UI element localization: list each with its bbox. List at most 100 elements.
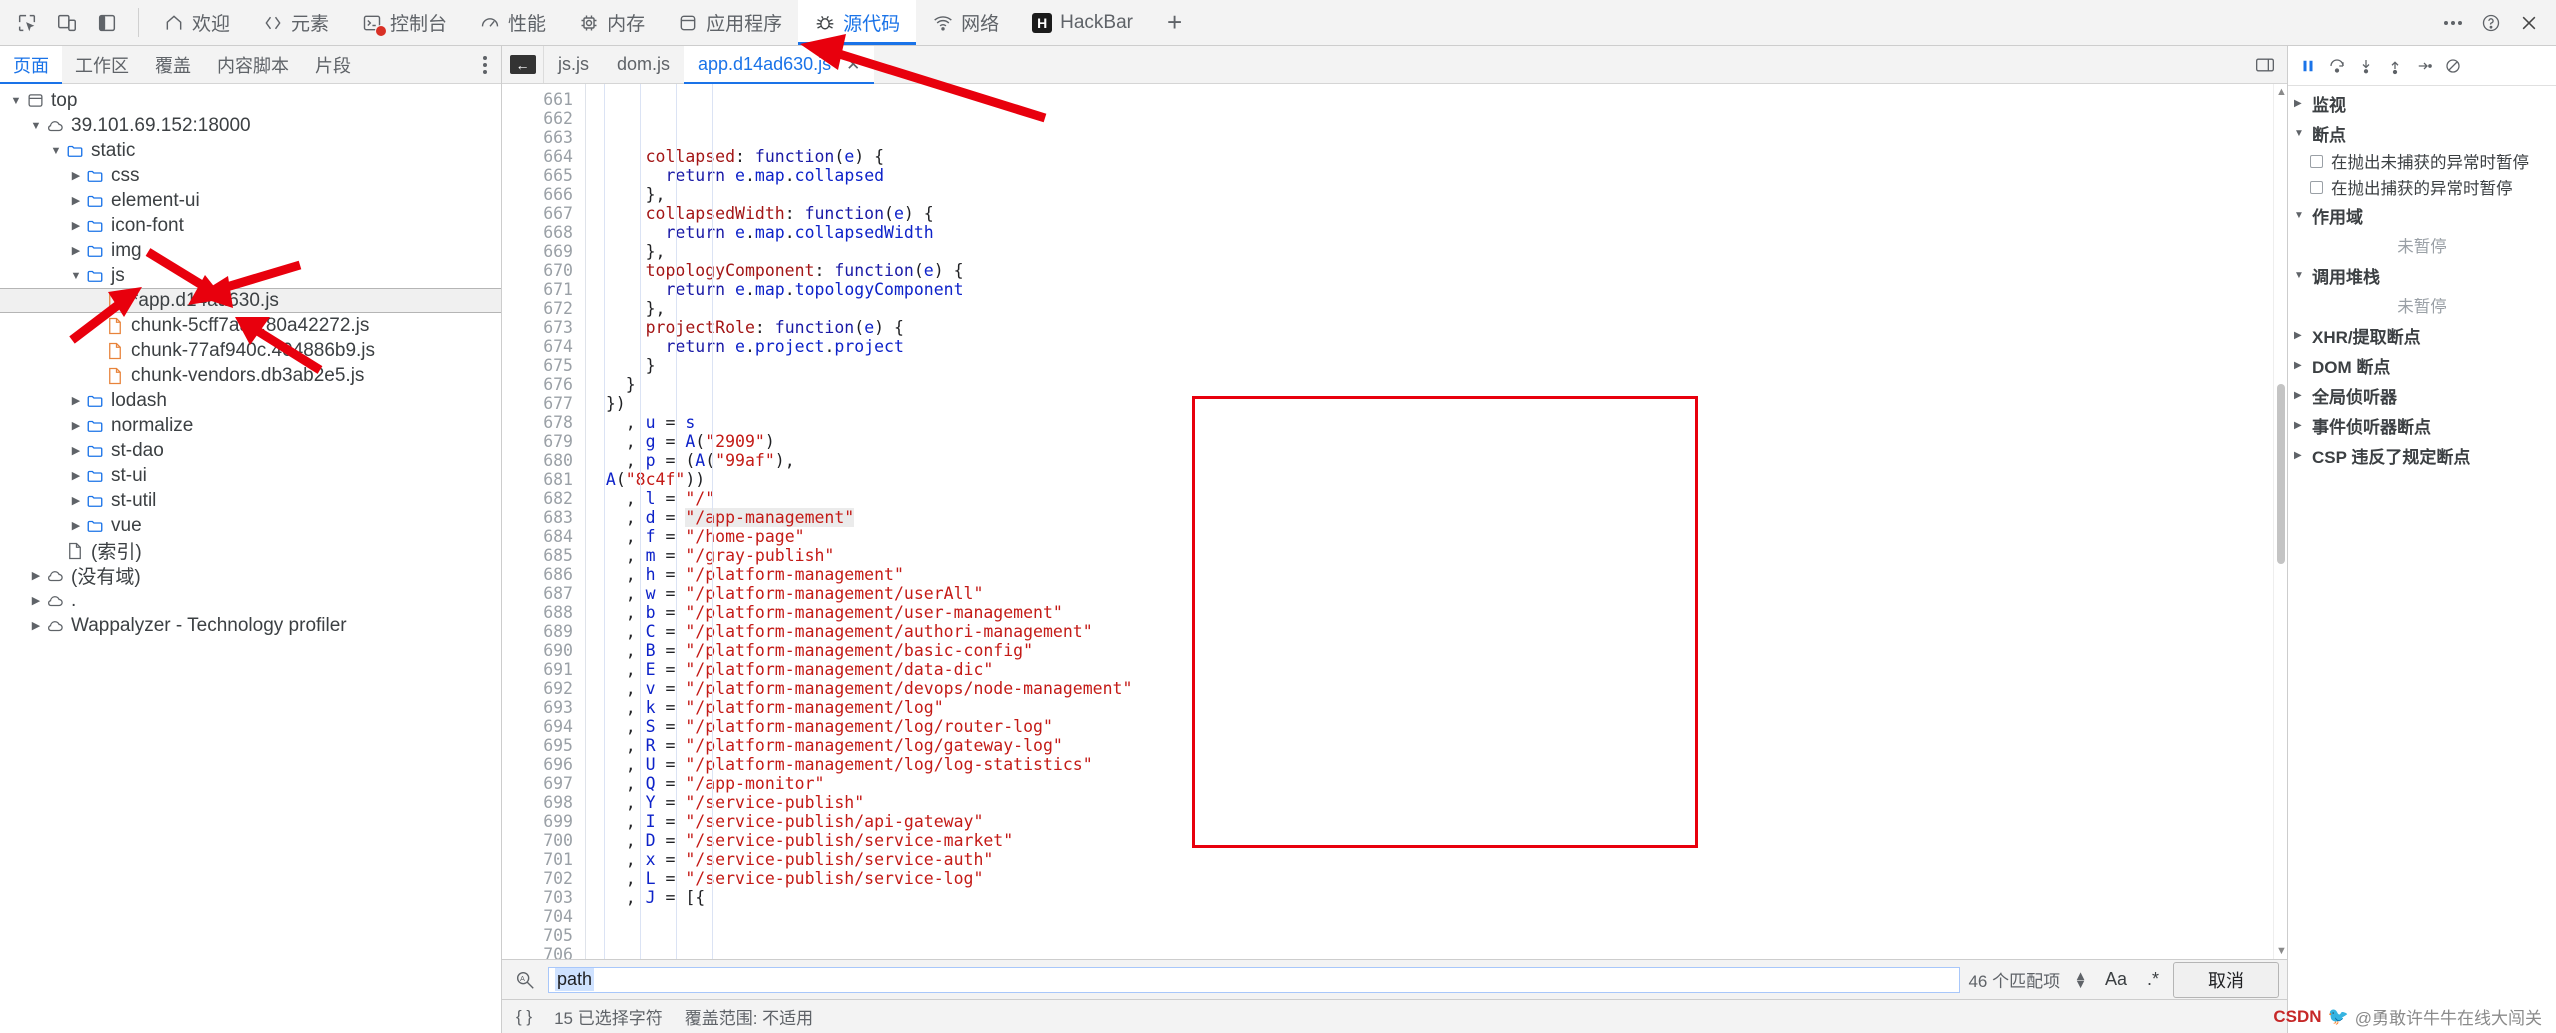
line-number[interactable]: 696 [502, 755, 573, 774]
chevron-right-icon[interactable]: ▶ [28, 569, 44, 582]
tree-item-chunk-77af940c.404886b9.js[interactable]: chunk-77af940c.404886b9.js [0, 338, 501, 363]
line-number[interactable]: 704 [502, 907, 573, 926]
code-line[interactable]: , Q = "/app-monitor" [586, 774, 2287, 793]
line-number[interactable]: 681 [502, 470, 573, 489]
tab-console[interactable]: 控制台 [345, 0, 463, 45]
chevron-right-icon[interactable]: ▶ [68, 469, 84, 482]
line-number[interactable]: 674 [502, 337, 573, 356]
regex-button[interactable]: .* [2141, 969, 2165, 990]
chevron-right-icon[interactable]: ▶ [68, 444, 84, 457]
tree-item-chunk-vendors.db3ab2e5.js[interactable]: chunk-vendors.db3ab2e5.js [0, 363, 501, 388]
code-line[interactable]: , x = "/service-publish/service-auth" [586, 850, 2287, 869]
nav-tab-page[interactable]: 页面 [0, 46, 62, 84]
line-number[interactable]: 682 [502, 489, 573, 508]
breakpoint-option[interactable]: 在抛出未捕获的异常时暂停 [2288, 148, 2556, 174]
code-line[interactable] [586, 926, 2287, 945]
code-line[interactable]: , J = [{ [586, 888, 2287, 907]
tab-sources[interactable]: 源代码 [798, 0, 917, 45]
more-options-icon[interactable] [2436, 6, 2470, 40]
code-line[interactable]: }, [586, 185, 2287, 204]
code-line[interactable] [586, 907, 2287, 926]
code-line[interactable]: , g = A("2909") [586, 432, 2287, 451]
code-line[interactable]: collapsedWidth: function(e) { [586, 204, 2287, 223]
code-line[interactable]: , R = "/platform-management/log/gateway-… [586, 736, 2287, 755]
line-number[interactable]: 697 [502, 774, 573, 793]
tree-item-icon-font[interactable]: ▶ icon-font [0, 213, 501, 238]
line-number[interactable]: 686 [502, 565, 573, 584]
close-icon[interactable] [2512, 6, 2546, 40]
line-number[interactable]: 665 [502, 166, 573, 185]
line-number[interactable]: 664 [502, 147, 573, 166]
code-line[interactable]: , k = "/platform-management/log" [586, 698, 2287, 717]
chevron-down-icon[interactable]: ▼ [68, 270, 84, 282]
tree-item-js[interactable]: ▼ js [0, 263, 501, 288]
line-number[interactable]: 669 [502, 242, 573, 261]
code-line[interactable]: }) [586, 394, 2287, 413]
search-next-button[interactable]: ▼ [2074, 977, 2087, 990]
line-number[interactable]: 666 [502, 185, 573, 204]
dock-side-icon[interactable] [92, 8, 122, 38]
step-out-icon[interactable] [2381, 52, 2408, 79]
line-number[interactable]: 684 [502, 527, 573, 546]
tree-item-normalize[interactable]: ▶ normalize [0, 413, 501, 438]
editor-tab-js-js[interactable]: js.js [544, 46, 603, 83]
tab-hackbar[interactable]: H HackBar [1015, 0, 1149, 45]
tree-item-.[interactable]: ▶. [0, 588, 501, 613]
line-number[interactable]: 680 [502, 451, 573, 470]
debugger-section-header[interactable]: ▼ 断点 [2288, 118, 2556, 148]
line-number[interactable]: 688 [502, 603, 573, 622]
line-number[interactable]: 662 [502, 109, 573, 128]
line-number[interactable]: 700 [502, 831, 573, 850]
code-line[interactable]: , E = "/platform-management/data-dic" [586, 660, 2287, 679]
chevron-down-icon[interactable]: ▼ [28, 120, 44, 132]
nav-tab-snippets[interactable]: 片段 [302, 46, 364, 83]
chevron-right-icon[interactable]: ▶ [68, 519, 84, 532]
line-number[interactable]: 701 [502, 850, 573, 869]
chevron-down-icon[interactable]: ▼ [48, 145, 64, 157]
line-number[interactable]: 694 [502, 717, 573, 736]
code-line[interactable]: , v = "/platform-management/devops/node-… [586, 679, 2287, 698]
debugger-section-header[interactable]: ▼ 调用堆栈 [2288, 260, 2556, 290]
code-line[interactable]: return e.project.project [586, 337, 2287, 356]
code-line[interactable]: , f = "/home-page" [586, 527, 2287, 546]
tree-item--app.d14ad630.js[interactable]: *app.d14ad630.js [0, 288, 501, 313]
line-number[interactable]: 685 [502, 546, 573, 565]
editor-tab-app-js[interactable]: app.d14ad630.js* ✕ [684, 46, 875, 84]
code-line[interactable]: , b = "/platform-management/user-managem… [586, 603, 2287, 622]
code-line[interactable]: } [586, 356, 2287, 375]
chevron-right-icon[interactable]: ▶ [68, 219, 84, 232]
tree-item-element-ui[interactable]: ▶ element-ui [0, 188, 501, 213]
match-case-button[interactable]: Aa [2099, 969, 2133, 990]
breakpoint-option[interactable]: 在抛出捕获的异常时暂停 [2288, 174, 2556, 200]
chevron-down-icon[interactable]: ▼ [8, 95, 24, 107]
code-line[interactable]: , I = "/service-publish/api-gateway" [586, 812, 2287, 831]
tree-item-top[interactable]: ▼ top [0, 88, 501, 113]
step-into-icon[interactable] [2352, 52, 2379, 79]
line-number[interactable]: 670 [502, 261, 573, 280]
tree-item-img[interactable]: ▶ img [0, 238, 501, 263]
line-number[interactable]: 695 [502, 736, 573, 755]
line-number[interactable]: 691 [502, 660, 573, 679]
line-number[interactable]: 687 [502, 584, 573, 603]
tree-item-css[interactable]: ▶ css [0, 163, 501, 188]
chevron-right-icon[interactable]: ▶ [68, 494, 84, 507]
pretty-print-button[interactable]: { } [516, 1007, 532, 1027]
line-number[interactable]: 663 [502, 128, 573, 147]
tree-item------[interactable]: ▶ (没有域) [0, 563, 501, 588]
code-line[interactable]: , C = "/platform-management/authori-mana… [586, 622, 2287, 641]
line-number[interactable]: 689 [502, 622, 573, 641]
line-number[interactable]: 661 [502, 90, 573, 109]
line-number[interactable]: 676 [502, 375, 573, 394]
code-line[interactable]: , u = s [586, 413, 2287, 432]
editor-scrollbar[interactable]: ▲ ▼ [2273, 84, 2287, 959]
tree-item-39.101.69.152-18000[interactable]: ▼ 39.101.69.152:18000 [0, 113, 501, 138]
add-tab-button[interactable]: + [1149, 0, 1200, 45]
scroll-up-arrow[interactable]: ▲ [2276, 86, 2287, 98]
chevron-right-icon[interactable]: ▶ [68, 244, 84, 257]
close-icon[interactable]: ✕ [846, 55, 860, 75]
deactivate-breakpoints-icon[interactable] [2439, 52, 2466, 79]
code-line[interactable]: A("8c4f")) [586, 470, 2287, 489]
code-line[interactable]: , d = "/app-management" [586, 508, 2287, 527]
code-line[interactable]: , p = (A("99af"), [586, 451, 2287, 470]
line-number[interactable]: 706 [502, 945, 573, 959]
